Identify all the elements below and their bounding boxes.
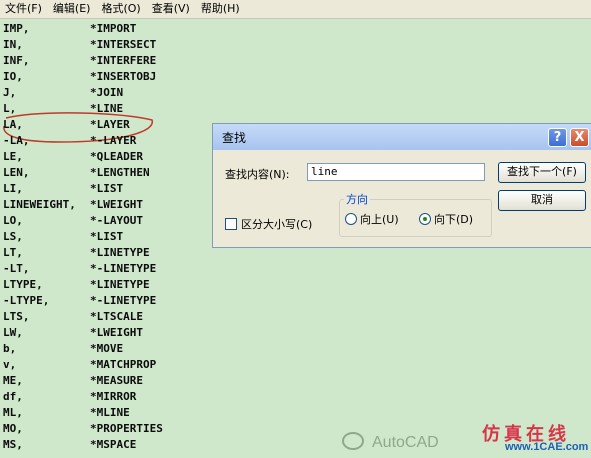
direction-up-radio[interactable]	[345, 213, 357, 225]
direction-legend: 方向	[344, 191, 370, 207]
help-button[interactable]: ?	[548, 128, 567, 147]
alias-name: LO,	[3, 214, 23, 227]
direction-down-label: 向下(D)	[434, 213, 474, 226]
command-name: *MSPACE	[90, 438, 137, 451]
command-name: *MATCHPROP	[90, 358, 157, 371]
alias-name: LINEWEIGHT,	[3, 198, 76, 211]
command-name: *LENGTHEN	[90, 166, 150, 179]
command-name: *-LINETYPE	[90, 262, 157, 275]
alias-name: v,	[3, 358, 17, 371]
dialog-titlebar[interactable]: 查找 ? X	[213, 124, 591, 150]
alias-name: LA,	[3, 118, 23, 131]
find-next-button[interactable]: 查找下一个(F)	[498, 162, 586, 183]
alias-name: -LT,	[3, 262, 30, 275]
alias-name: LT,	[3, 246, 23, 259]
watermark-text: AutoCAD	[372, 434, 439, 451]
alias-name: LEN,	[3, 166, 30, 179]
command-name: *LAYER	[90, 118, 130, 131]
match-case-checkbox[interactable]	[225, 218, 237, 230]
menu-item[interactable]: 查看(V)	[147, 0, 196, 18]
alias-name: LE,	[3, 150, 23, 163]
command-name: *-LINETYPE	[90, 294, 157, 307]
command-name: *LIST	[90, 182, 124, 195]
alias-name: LTYPE,	[3, 278, 43, 291]
alias-name: LI,	[3, 182, 23, 195]
alias-name: df,	[3, 390, 23, 403]
alias-name: INF,	[3, 54, 30, 67]
alias-name: L,	[3, 102, 17, 115]
direction-down-radio[interactable]	[419, 213, 431, 225]
command-name: *MOVE	[90, 342, 124, 355]
command-name: *INTERSECT	[90, 38, 157, 51]
find-what-input[interactable]: line	[307, 163, 485, 181]
command-name: *-LAYOUT	[90, 214, 143, 227]
command-name: *-LAYER	[90, 134, 137, 147]
alias-name: b,	[3, 342, 17, 355]
find-dialog: 查找 ? X 查找内容(N): line 查找下一个(F) 取消 区分大小写(C…	[212, 123, 591, 248]
find-what-label: 查找内容(N):	[225, 168, 290, 181]
alias-name: LS,	[3, 230, 23, 243]
alias-name: IO,	[3, 70, 23, 83]
command-name: *MLINE	[90, 406, 130, 419]
match-case-label: 区分大小写(C)	[241, 218, 313, 231]
alias-name: IN,	[3, 38, 23, 51]
alias-name: MO,	[3, 422, 23, 435]
alias-name: MS,	[3, 438, 23, 451]
alias-name: -LTYPE,	[3, 294, 50, 307]
menu-item[interactable]: 编辑(E)	[48, 0, 97, 18]
command-name: *MIRROR	[90, 390, 137, 403]
alias-name: IMP,	[3, 22, 30, 35]
alias-name: -LA,	[3, 134, 30, 147]
command-name: *LWEIGHT	[90, 198, 143, 211]
command-name: *JOIN	[90, 86, 124, 99]
brand-url: www.1CAE.com	[505, 441, 589, 453]
menu-item[interactable]: 格式(O)	[96, 0, 146, 18]
cancel-button[interactable]: 取消	[498, 190, 586, 211]
command-name: *QLEADER	[90, 150, 143, 163]
alias-name: ML,	[3, 406, 23, 419]
alias-name: LTS,	[3, 310, 30, 323]
command-name: *MEASURE	[90, 374, 143, 387]
alias-name: J,	[3, 86, 17, 99]
alias-name: ME,	[3, 374, 23, 387]
command-name: *INTERFERE	[90, 54, 157, 67]
command-name: *LINETYPE	[90, 278, 150, 291]
command-name: *LTSCALE	[90, 310, 143, 323]
alias-name: LW,	[3, 326, 23, 339]
command-name: *LIST	[90, 230, 124, 243]
menu-bar: 文件(F) 编辑(E) 格式(O) 查看(V) 帮助(H)	[0, 0, 591, 19]
radio-selected-dot	[423, 217, 427, 221]
close-button[interactable]: X	[570, 128, 589, 147]
direction-up-label: 向上(U)	[360, 213, 399, 226]
command-name: *IMPORT	[90, 22, 137, 35]
menu-item[interactable]: 帮助(H)	[196, 0, 246, 18]
command-name: *PROPERTIES	[90, 422, 163, 435]
dialog-title: 查找	[222, 131, 247, 145]
command-name: *INSERTOBJ	[90, 70, 157, 83]
command-name: *LWEIGHT	[90, 326, 143, 339]
command-name: *LINETYPE	[90, 246, 150, 259]
command-name: *LINE	[90, 102, 124, 115]
wechat-icon	[342, 432, 364, 450]
menu-item[interactable]: 文件(F)	[0, 0, 48, 18]
